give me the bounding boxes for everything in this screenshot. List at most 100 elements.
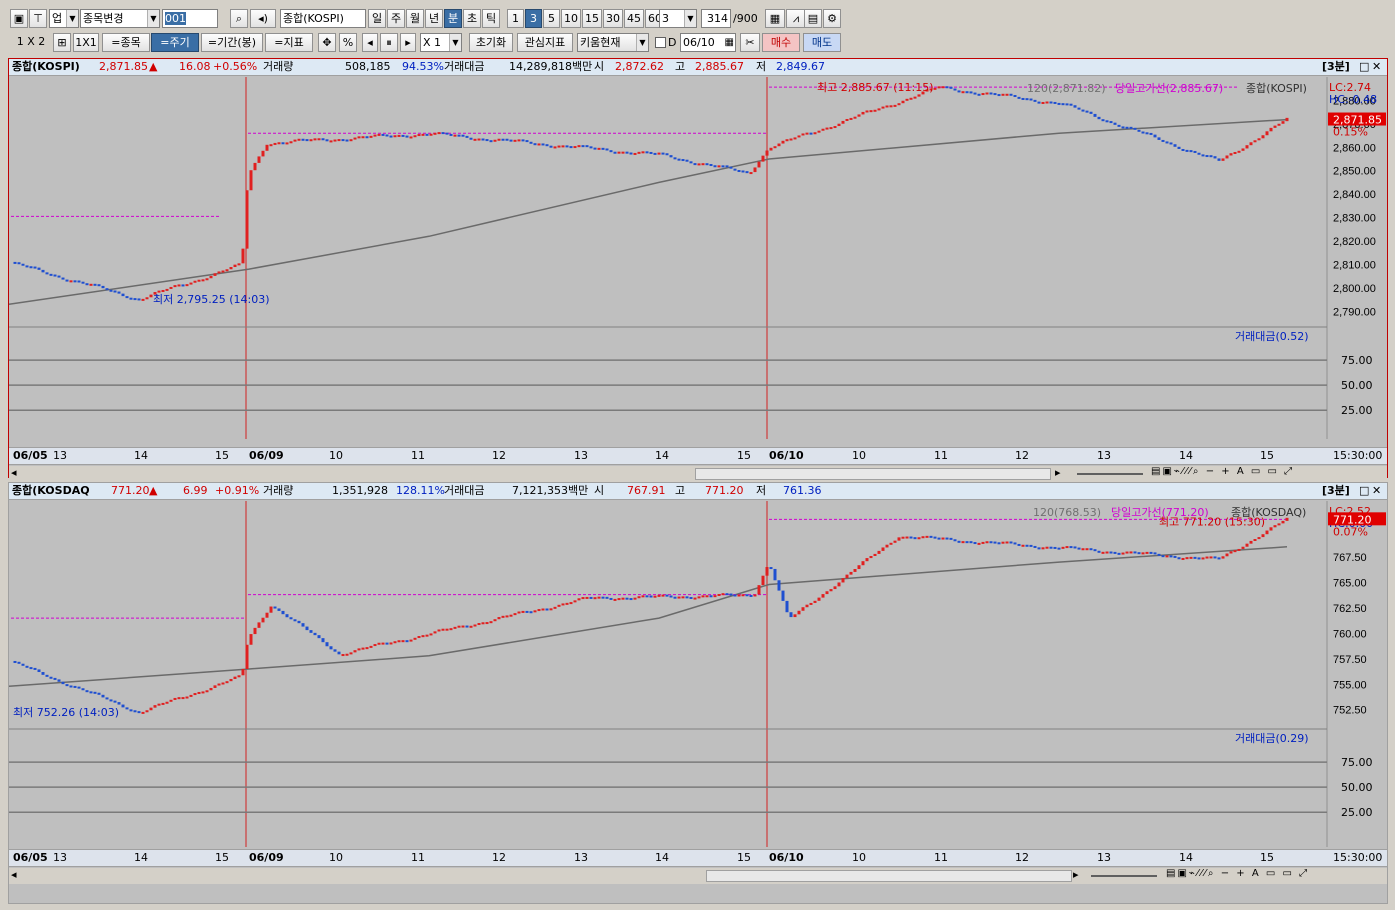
chart-panel-kosdaq: 종합(KOSDAQ 771.20 ▲ 6.99 +0.91% 거래량 1,351…	[8, 482, 1388, 904]
scroll-thumb[interactable]	[695, 468, 1051, 480]
layout-grid-icon[interactable]: ⊞	[53, 33, 71, 52]
count-input[interactable]: 314	[701, 9, 731, 28]
candle	[961, 541, 965, 544]
market-select[interactable]: 업 ▼	[49, 9, 79, 28]
candle	[341, 139, 345, 142]
zoom-slider[interactable]	[1091, 875, 1157, 877]
reset-button[interactable]: 초기화	[469, 33, 513, 52]
candle	[217, 683, 221, 686]
code-input[interactable]: 001	[162, 9, 218, 28]
candle	[865, 558, 869, 562]
scroll-left-icon[interactable]: ◂	[11, 466, 17, 479]
kiwoom-select[interactable]: 키움현재 ▼	[577, 33, 649, 52]
buy-button[interactable]: 매수	[762, 33, 800, 52]
item-sync-button[interactable]: =종목	[102, 33, 150, 52]
candle	[605, 148, 609, 151]
interval-tab-2[interactable]: 5	[543, 9, 560, 28]
crosshair-icon[interactable]: ✥	[318, 33, 336, 52]
scroll-thumb[interactable]	[706, 870, 1072, 882]
period-sync-button[interactable]: =주기	[151, 33, 199, 52]
zoom-slider[interactable]	[1077, 473, 1143, 475]
interval-tab-3[interactable]: 10	[561, 9, 581, 28]
interval-tab-1[interactable]: 3	[525, 9, 542, 28]
period-tab-6[interactable]: 틱	[482, 9, 500, 28]
price-chart[interactable]: 767.50 765.00 762.50 760.00 757.50 755.00 752.…	[9, 483, 1387, 863]
interval-tab-6[interactable]: 45	[624, 9, 644, 28]
candle	[221, 682, 225, 685]
candle	[181, 284, 185, 287]
layout-1x2-button[interactable]: 1 X 2	[10, 33, 52, 52]
sound-icon[interactable]: ◂)	[250, 9, 276, 28]
layout-1x1-button[interactable]: 1X1	[73, 33, 99, 52]
candle	[689, 161, 693, 164]
range-sync-button[interactable]: =기간(봉)	[201, 33, 263, 52]
candle	[597, 596, 601, 599]
calendar-icon[interactable]: ▦	[725, 34, 734, 51]
candle	[453, 626, 457, 629]
next-icon[interactable]: ▸	[400, 33, 416, 52]
candle	[225, 681, 229, 684]
horizontal-scrollbar[interactable]: ◂ ▸ ▤▣⌁⁄⁄⁄⌕ − + A ▭ ▭ ⤢	[9, 868, 1387, 884]
kiwoom-label: 키움현재	[580, 36, 621, 49]
candle	[1065, 546, 1069, 549]
scissors-icon[interactable]: ✂	[740, 33, 760, 52]
scroll-right-icon[interactable]: ▸	[1055, 466, 1061, 479]
candle	[1105, 551, 1109, 554]
scroll-right-icon[interactable]: ▸	[1073, 868, 1079, 881]
candle	[461, 625, 465, 628]
period-tab-4[interactable]: 분	[444, 9, 462, 28]
candle	[881, 547, 885, 551]
market-value: 업	[52, 12, 63, 25]
moving-average-line	[9, 546, 1288, 688]
tool-icons[interactable]: ▤▣⌁⁄⁄⁄⌕ − + A ▭ ▭ ⤢	[1166, 868, 1309, 879]
date-input[interactable]: 06/10 ▦	[680, 33, 736, 52]
index-name-field[interactable]: 종합(KOSPI)	[280, 9, 366, 28]
time-axis: 06/05 13 14 15 06/09 10 11 12 13 14 15 06/10 10 11 12 1…	[9, 447, 1387, 465]
candle	[1109, 551, 1113, 554]
window-icon[interactable]: ▣	[10, 9, 28, 28]
x-tick-label: 12	[492, 449, 506, 462]
pause-icon[interactable]: ⏸	[380, 33, 398, 52]
candle	[189, 694, 193, 697]
x-tick-label: 15	[1260, 449, 1274, 462]
scroll-left-icon[interactable]: ◂	[11, 868, 17, 881]
tool-icons[interactable]: ▤▣⌁⁄⁄⁄⌕ − + A ▭ ▭ ⤢	[1151, 466, 1294, 477]
interval-tab-5[interactable]: 30	[603, 9, 623, 28]
candle	[413, 135, 417, 138]
sell-button[interactable]: 매도	[803, 33, 841, 52]
candle	[229, 678, 233, 682]
period-tab-5[interactable]: 초	[463, 9, 481, 28]
candle	[189, 282, 193, 285]
sub-y-tick: 75.00	[1341, 354, 1373, 367]
date-checkbox[interactable]	[655, 37, 666, 48]
item-change-select[interactable]: 종목변경 ▼	[80, 9, 160, 28]
pin-icon[interactable]: ⊤	[29, 9, 47, 28]
period-tab-0[interactable]: 일	[368, 9, 386, 28]
candle	[1237, 548, 1241, 551]
candle	[569, 602, 573, 605]
grid-icon[interactable]: ▦	[765, 9, 785, 28]
candle	[481, 138, 485, 141]
horizontal-scrollbar[interactable]: ◂ ▸ ▤▣⌁⁄⁄⁄⌕ − + A ▭ ▭ ⤢	[9, 466, 1387, 482]
indicator-sync-button[interactable]: =지표	[265, 33, 313, 52]
candle	[1161, 139, 1165, 142]
period-tab-2[interactable]: 월	[406, 9, 424, 28]
watch-indicator-button[interactable]: 관심지표	[517, 33, 573, 52]
zoom-select[interactable]: X 1 ▼	[420, 33, 462, 52]
save-icon[interactable]: ▤	[804, 9, 822, 28]
period-tab-1[interactable]: 주	[387, 9, 405, 28]
prev-icon[interactable]: ◂	[362, 33, 378, 52]
interval-tab-4[interactable]: 15	[582, 9, 602, 28]
candle	[1085, 110, 1089, 113]
candle	[289, 617, 293, 620]
percent-button[interactable]: %	[339, 33, 357, 52]
candle	[293, 139, 297, 142]
price-chart[interactable]: 2,880.002,870.002,860.002,850.002,840.00…	[9, 59, 1387, 439]
interval-tab-0[interactable]: 1	[507, 9, 524, 28]
period-tab-3[interactable]: 년	[425, 9, 443, 28]
candle	[133, 298, 137, 301]
chart-type-icon[interactable]: ⩘	[786, 9, 806, 28]
interval-select[interactable]: 3 ▼	[659, 9, 697, 28]
gear-icon[interactable]: ⚙	[823, 9, 841, 28]
search-icon[interactable]: ⌕	[230, 9, 248, 28]
